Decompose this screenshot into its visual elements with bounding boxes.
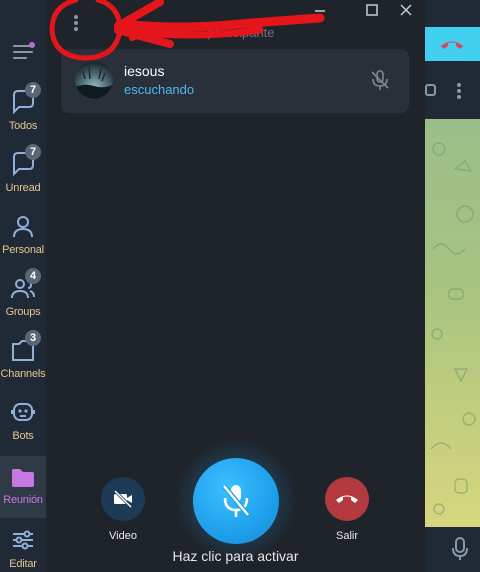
folder-channels[interactable]: 3 Channels <box>0 330 46 398</box>
background-chat-panel <box>425 0 480 572</box>
sliders-icon <box>13 530 33 550</box>
wallpaper-pattern <box>430 142 476 515</box>
microphone-icon[interactable] <box>451 537 469 561</box>
video-button[interactable] <box>101 477 145 521</box>
hang-up-icon <box>336 495 358 503</box>
unread-badge: 4 <box>25 268 41 284</box>
chat-header <box>425 61 480 119</box>
participant-name: iesous <box>124 63 165 79</box>
hamburger-menu-icon[interactable] <box>13 42 35 59</box>
person-icon <box>13 216 33 238</box>
unread-badge: 3 <box>25 330 41 346</box>
folder-label: Personal <box>2 244 44 256</box>
unread-badge: 7 <box>25 82 41 98</box>
microphone-muted-icon <box>222 484 250 517</box>
microphone-muted-icon <box>371 70 389 90</box>
composer-bar <box>425 527 480 572</box>
leave-button[interactable] <box>325 477 369 521</box>
folder-todos[interactable]: 7 Todos <box>0 82 46 150</box>
folder-label: Unread <box>5 182 41 194</box>
more-options-icon[interactable] <box>456 82 462 100</box>
folder-unread[interactable]: 7 Unread <box>0 144 46 212</box>
microphone-toggle-button[interactable] <box>193 458 279 544</box>
minimize-icon[interactable] <box>310 2 330 18</box>
bot-icon <box>11 403 35 421</box>
folder-label: Bots <box>12 430 34 442</box>
participant-row[interactable]: iesous escuchando <box>61 49 409 113</box>
folder-editar[interactable]: Editar <box>0 526 46 572</box>
leave-label: Salir <box>335 530 358 542</box>
chat-wallpaper <box>425 119 480 527</box>
folder-label: Reunión <box>3 494 43 506</box>
hang-up-icon[interactable] <box>439 37 465 51</box>
voice-chat-icon[interactable] <box>425 83 437 97</box>
active-call-bar[interactable] <box>425 27 480 61</box>
folder-groups[interactable]: 4 Groups <box>0 268 46 336</box>
close-icon[interactable] <box>396 2 416 18</box>
maximize-icon[interactable] <box>362 2 382 18</box>
unread-badge: 7 <box>25 144 41 160</box>
folder-bots[interactable]: Bots <box>0 398 46 460</box>
participant-count: 1 participante <box>196 25 275 40</box>
avatar-image <box>75 66 113 99</box>
voice-chat-window: 1 participante iesous escuchando Video S… <box>46 0 425 572</box>
folder-personal[interactable]: Personal <box>0 212 46 274</box>
folder-label: Todos <box>8 120 38 132</box>
folder-icon <box>12 469 34 487</box>
video-off-icon <box>113 489 133 509</box>
folder-sidebar: 7 Todos 7 Unread Personal 4 Groups 3 Cha… <box>0 0 46 572</box>
folder-label: Editar <box>9 558 37 570</box>
avatar <box>75 61 113 99</box>
folder-reunion[interactable]: Reunión <box>0 456 46 518</box>
participant-status: escuchando <box>124 82 195 97</box>
folder-label: Groups <box>5 306 41 318</box>
activate-hint: Haz clic para activar <box>172 548 299 564</box>
folder-label: Channels <box>0 368 46 380</box>
video-label: Video <box>109 530 137 542</box>
